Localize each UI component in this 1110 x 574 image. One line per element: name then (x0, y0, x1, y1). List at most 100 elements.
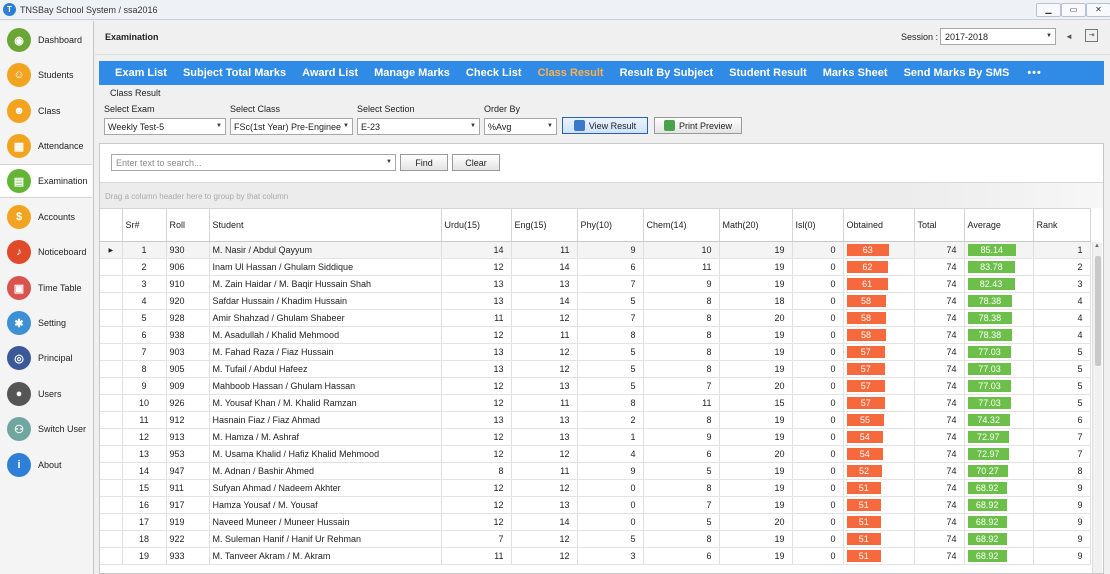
view-result-button[interactable]: View Result (562, 117, 648, 134)
table-row[interactable]: 19 933 M. Tanveer Akram / M. Akram 11 12 3 6 19… (100, 547, 1091, 565)
mark-cell: 74 (914, 479, 965, 497)
exit-icon[interactable]: ⇥ (1085, 29, 1098, 42)
column-header[interactable]: Average (964, 208, 1034, 242)
table-row[interactable]: 2 906 Inam Ul Hassan / Ghulam Siddique 12 14… (100, 258, 1091, 276)
table-row[interactable]: 17 919 Naveed Muneer / Muneer Hussain 12 14 0… (100, 513, 1091, 531)
sidebar-item-students[interactable]: ☺ Students (0, 58, 92, 92)
tab-check-list[interactable]: Check List (466, 67, 522, 79)
row-indicator[interactable] (100, 445, 123, 463)
more-tabs-button[interactable]: ••• (1027, 67, 1042, 79)
table-row[interactable]: 3 910 M. Zain Haidar / M. Baqir Hussain Sh… (100, 275, 1091, 293)
table-row[interactable]: 18 922 M. Suleman Hanif / Hanif Ur Rehman 7… (100, 530, 1091, 548)
column-header[interactable]: Student (209, 208, 442, 242)
row-indicator[interactable] (100, 258, 123, 276)
row-indicator[interactable] (100, 547, 123, 565)
row-indicator[interactable] (100, 496, 123, 514)
table-row[interactable]: 7 903 M. Fahad Raza / Fiaz Hussain 13 12 5 8 19… (100, 343, 1091, 361)
tab-subject-total-marks[interactable]: Subject Total Marks (183, 67, 286, 79)
row-indicator[interactable] (100, 479, 123, 497)
table-row[interactable]: 15 911 Sufyan Ahmad / Nadeem Akhter 12 12 0 8 1… (100, 479, 1091, 497)
sidebar-item-accounts[interactable]: $ Accounts (0, 200, 92, 234)
column-header[interactable]: Obtained (843, 208, 915, 242)
tab-manage-marks[interactable]: Manage Marks (374, 67, 450, 79)
column-header[interactable]: Math(20) (719, 208, 793, 242)
column-header[interactable]: Rank (1033, 208, 1091, 242)
scrollbar-thumb[interactable] (1095, 256, 1101, 366)
sidebar-item-class[interactable]: ☻ Class (0, 94, 92, 128)
row-indicator[interactable] (100, 513, 123, 531)
column-header[interactable]: Phy(10) (577, 208, 644, 242)
tab-send-marks-by-sms[interactable]: Send Marks By SMS (904, 67, 1010, 79)
sidebar-item-about[interactable]: i About (0, 448, 92, 482)
column-header[interactable] (100, 208, 123, 242)
row-indicator[interactable] (100, 275, 123, 293)
row-indicator[interactable] (100, 326, 123, 344)
column-header[interactable]: Urdu(15) (441, 208, 512, 242)
row-indicator[interactable] (100, 292, 123, 310)
close-button[interactable]: ✕ (1086, 3, 1110, 17)
mark-cell: 11 (643, 258, 720, 276)
tab-result-by-subject[interactable]: Result By Subject (620, 67, 714, 79)
column-header[interactable]: Isl(0) (792, 208, 844, 242)
sidebar-item-setting[interactable]: ✱ Setting (0, 306, 92, 340)
back-arrow-icon[interactable]: ◄ (1065, 32, 1073, 41)
sidebar-item-attendance[interactable]: ▦ Attendance (0, 129, 92, 163)
row-indicator[interactable]: ▶ (100, 241, 123, 259)
vertical-scrollbar[interactable]: ▲ (1092, 242, 1102, 573)
row-indicator[interactable] (100, 411, 123, 429)
row-indicator[interactable] (100, 394, 123, 412)
scroll-up-icon[interactable]: ▲ (1094, 243, 1100, 249)
sidebar-item-time-table[interactable]: ▣ Time Table (0, 271, 92, 305)
search-input[interactable]: Enter text to search... ▼ (111, 154, 396, 171)
tab-exam-list[interactable]: Exam List (115, 67, 167, 79)
select-section-dropdown[interactable]: E-23 ▼ (357, 118, 480, 135)
table-row[interactable]: 6 938 M. Asadullah / Khalid Mehmood 12 11 8 8 1… (100, 326, 1091, 344)
column-header[interactable]: Roll (166, 208, 210, 242)
maximize-button[interactable]: ▭ (1061, 3, 1086, 17)
row-indicator[interactable] (100, 343, 123, 361)
print-preview-button[interactable]: Print Preview (654, 117, 742, 134)
table-row[interactable]: 8 905 M. Tufail / Abdul Hafeez 13 12 5 8 19 0 57 7… (100, 360, 1091, 378)
row-indicator[interactable] (100, 462, 123, 480)
column-header[interactable]: Chem(14) (643, 208, 720, 242)
sidebar-item-dashboard[interactable]: ◉ Dashboard (0, 23, 92, 57)
tab-student-result[interactable]: Student Result (729, 67, 807, 79)
minimize-button[interactable]: ▁ (1036, 3, 1061, 17)
session-select[interactable]: 2017-2018 ▼ (940, 28, 1056, 45)
select-exam-value: Weekly Test-5 (108, 122, 165, 132)
row-indicator[interactable] (100, 360, 123, 378)
table-row[interactable]: 4 920 Safdar Hussain / Khadim Hussain 13 14 5… (100, 292, 1091, 310)
select-exam-dropdown[interactable]: Weekly Test-5 ▼ (104, 118, 226, 135)
table-row[interactable]: 5 928 Amir Shahzad / Ghulam Shabeer 11 12 7 8 2… (100, 309, 1091, 327)
table-row[interactable]: 14 947 M. Adnan / Bashir Ahmed 8 11 9 5 19 0 52 74… (100, 462, 1091, 480)
table-row[interactable]: 11 912 Hasnain Fiaz / Fiaz Ahmad 13 13 2 8 19 0 5… (100, 411, 1091, 429)
order-by-dropdown[interactable]: %Avg ▼ (484, 118, 557, 135)
sidebar-item-examination[interactable]: ▤ Examination (0, 164, 92, 198)
average-cell: 78.38 (964, 309, 1034, 327)
select-class-dropdown[interactable]: FSc(1st Year) Pre-Enginee ▼ (230, 118, 353, 135)
table-row[interactable]: ▶ 1 930 M. Nasir / Abdul Qayyum 14 11 9 10 19 0 63… (100, 241, 1091, 259)
group-by-panel[interactable]: Drag a column header here to group by th… (100, 182, 1103, 208)
row-indicator[interactable] (100, 428, 123, 446)
clear-button[interactable]: Clear (452, 154, 500, 171)
sidebar-item-noticeboard[interactable]: ♪ Noticeboard (0, 235, 92, 269)
table-row[interactable]: 9 909 Mahboob Hassan / Ghulam Hassan 12 13 5 7… (100, 377, 1091, 395)
find-button[interactable]: Find (400, 154, 448, 171)
column-header[interactable]: Eng(15) (511, 208, 578, 242)
sidebar-item-principal[interactable]: ◎ Principal (0, 341, 92, 375)
table-row[interactable]: 13 953 M. Usama Khalid / Hafiz Khalid Mehm… (100, 445, 1091, 463)
column-header[interactable]: Sr# (122, 208, 167, 242)
row-indicator[interactable] (100, 530, 123, 548)
table-row[interactable]: 16 917 Hamza Yousaf / M. Yousaf 12 13 0 7 19 0 51… (100, 496, 1091, 514)
table-row[interactable]: 12 913 M. Hamza / M. Ashraf 12 13 1 9 19 0 54 74 72… (100, 428, 1091, 446)
sidebar-item-users[interactable]: ● Users (0, 377, 92, 411)
column-header[interactable]: Total (914, 208, 965, 242)
row-indicator[interactable] (100, 309, 123, 327)
tab-class-result[interactable]: Class Result (538, 67, 604, 79)
tab-marks-sheet[interactable]: Marks Sheet (823, 67, 888, 79)
table-row[interactable]: 10 926 M. Yousaf Khan / M. Khalid Ramzan 12… (100, 394, 1091, 412)
tab-award-list[interactable]: Award List (302, 67, 358, 79)
row-indicator[interactable] (100, 377, 123, 395)
sidebar-item-switch-user[interactable]: ⚇ Switch User (0, 412, 92, 446)
mark-cell: 19 (719, 479, 793, 497)
